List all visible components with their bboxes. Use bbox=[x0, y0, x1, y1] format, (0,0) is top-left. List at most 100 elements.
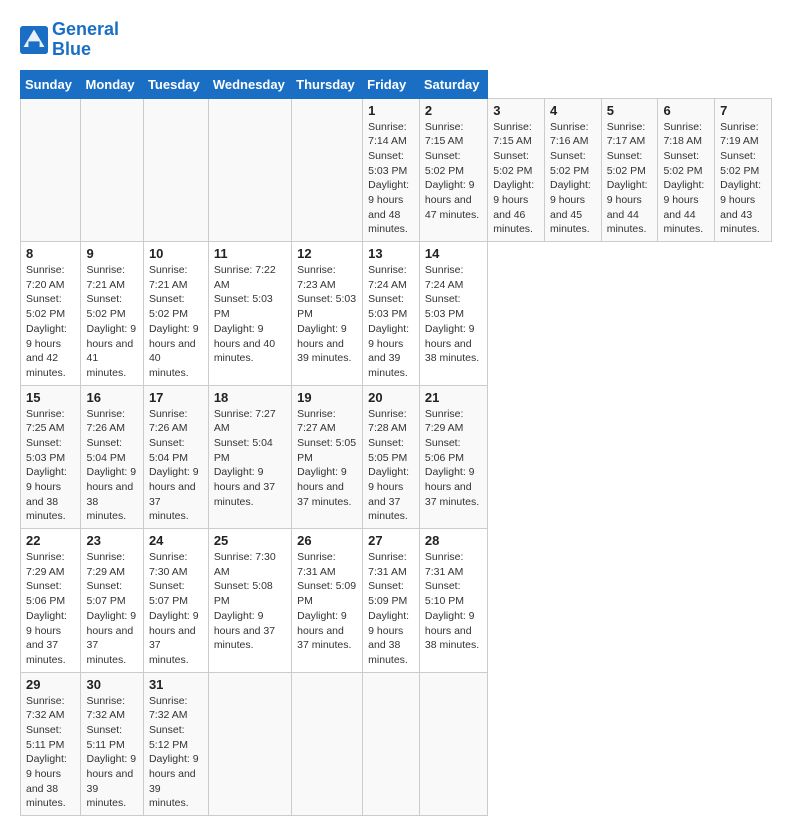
day-number: 11 bbox=[214, 246, 286, 261]
calendar-cell: 29 Sunrise: 7:32 AM Sunset: 5:11 PM Dayl… bbox=[21, 672, 81, 816]
calendar-cell: 11 Sunrise: 7:22 AM Sunset: 5:03 PM Dayl… bbox=[208, 242, 291, 386]
dow-header-monday: Monday bbox=[81, 70, 143, 98]
dow-header-thursday: Thursday bbox=[292, 70, 363, 98]
day-info: Sunrise: 7:31 AM Sunset: 5:10 PM Dayligh… bbox=[425, 550, 482, 653]
day-number: 29 bbox=[26, 677, 75, 692]
day-number: 16 bbox=[86, 390, 137, 405]
calendar-cell: 8 Sunrise: 7:20 AM Sunset: 5:02 PM Dayli… bbox=[21, 242, 81, 386]
calendar-cell: 9 Sunrise: 7:21 AM Sunset: 5:02 PM Dayli… bbox=[81, 242, 143, 386]
day-number: 17 bbox=[149, 390, 203, 405]
calendar-cell: 27 Sunrise: 7:31 AM Sunset: 5:09 PM Dayl… bbox=[363, 529, 420, 673]
calendar-cell: 19 Sunrise: 7:27 AM Sunset: 5:05 PM Dayl… bbox=[292, 385, 363, 529]
calendar-cell: 23 Sunrise: 7:29 AM Sunset: 5:07 PM Dayl… bbox=[81, 529, 143, 673]
calendar-cell: 10 Sunrise: 7:21 AM Sunset: 5:02 PM Dayl… bbox=[143, 242, 208, 386]
calendar-week-1: 1 Sunrise: 7:14 AM Sunset: 5:03 PM Dayli… bbox=[21, 98, 772, 242]
calendar-cell: 4 Sunrise: 7:16 AM Sunset: 5:02 PM Dayli… bbox=[545, 98, 602, 242]
day-info: Sunrise: 7:26 AM Sunset: 5:04 PM Dayligh… bbox=[86, 407, 137, 525]
day-number: 31 bbox=[149, 677, 203, 692]
calendar-table: SundayMondayTuesdayWednesdayThursdayFrid… bbox=[20, 70, 772, 817]
calendar-cell bbox=[21, 98, 81, 242]
day-info: Sunrise: 7:14 AM Sunset: 5:03 PM Dayligh… bbox=[368, 120, 414, 238]
day-info: Sunrise: 7:15 AM Sunset: 5:02 PM Dayligh… bbox=[493, 120, 539, 238]
day-number: 5 bbox=[607, 103, 653, 118]
day-info: Sunrise: 7:28 AM Sunset: 5:05 PM Dayligh… bbox=[368, 407, 414, 525]
day-info: Sunrise: 7:20 AM Sunset: 5:02 PM Dayligh… bbox=[26, 263, 75, 381]
day-number: 20 bbox=[368, 390, 414, 405]
day-info: Sunrise: 7:30 AM Sunset: 5:08 PM Dayligh… bbox=[214, 550, 286, 653]
day-number: 28 bbox=[425, 533, 482, 548]
day-number: 25 bbox=[214, 533, 286, 548]
dow-header-tuesday: Tuesday bbox=[143, 70, 208, 98]
day-info: Sunrise: 7:30 AM Sunset: 5:07 PM Dayligh… bbox=[149, 550, 203, 668]
day-number: 6 bbox=[663, 103, 709, 118]
day-number: 24 bbox=[149, 533, 203, 548]
day-number: 3 bbox=[493, 103, 539, 118]
calendar-cell: 13 Sunrise: 7:24 AM Sunset: 5:03 PM Dayl… bbox=[363, 242, 420, 386]
calendar-cell bbox=[208, 98, 291, 242]
day-info: Sunrise: 7:32 AM Sunset: 5:11 PM Dayligh… bbox=[26, 694, 75, 812]
logo-text: General Blue bbox=[52, 20, 119, 60]
dow-header-friday: Friday bbox=[363, 70, 420, 98]
logo: General Blue bbox=[20, 20, 119, 60]
calendar-week-2: 8 Sunrise: 7:20 AM Sunset: 5:02 PM Dayli… bbox=[21, 242, 772, 386]
calendar-cell: 15 Sunrise: 7:25 AM Sunset: 5:03 PM Dayl… bbox=[21, 385, 81, 529]
calendar-cell bbox=[208, 672, 291, 816]
day-info: Sunrise: 7:19 AM Sunset: 5:02 PM Dayligh… bbox=[720, 120, 766, 238]
day-number: 13 bbox=[368, 246, 414, 261]
calendar-cell: 28 Sunrise: 7:31 AM Sunset: 5:10 PM Dayl… bbox=[419, 529, 487, 673]
dow-header-saturday: Saturday bbox=[419, 70, 487, 98]
calendar-week-3: 15 Sunrise: 7:25 AM Sunset: 5:03 PM Dayl… bbox=[21, 385, 772, 529]
calendar-cell: 31 Sunrise: 7:32 AM Sunset: 5:12 PM Dayl… bbox=[143, 672, 208, 816]
day-info: Sunrise: 7:15 AM Sunset: 5:02 PM Dayligh… bbox=[425, 120, 482, 223]
day-number: 10 bbox=[149, 246, 203, 261]
calendar-cell: 22 Sunrise: 7:29 AM Sunset: 5:06 PM Dayl… bbox=[21, 529, 81, 673]
day-number: 18 bbox=[214, 390, 286, 405]
calendar-cell: 12 Sunrise: 7:23 AM Sunset: 5:03 PM Dayl… bbox=[292, 242, 363, 386]
day-number: 22 bbox=[26, 533, 75, 548]
calendar-cell: 7 Sunrise: 7:19 AM Sunset: 5:02 PM Dayli… bbox=[715, 98, 772, 242]
day-info: Sunrise: 7:27 AM Sunset: 5:04 PM Dayligh… bbox=[214, 407, 286, 510]
calendar-cell: 25 Sunrise: 7:30 AM Sunset: 5:08 PM Dayl… bbox=[208, 529, 291, 673]
calendar-cell bbox=[363, 672, 420, 816]
calendar-cell bbox=[143, 98, 208, 242]
day-number: 9 bbox=[86, 246, 137, 261]
day-number: 27 bbox=[368, 533, 414, 548]
day-info: Sunrise: 7:21 AM Sunset: 5:02 PM Dayligh… bbox=[86, 263, 137, 381]
dow-header-wednesday: Wednesday bbox=[208, 70, 291, 98]
day-number: 12 bbox=[297, 246, 357, 261]
calendar-cell: 20 Sunrise: 7:28 AM Sunset: 5:05 PM Dayl… bbox=[363, 385, 420, 529]
calendar-week-5: 29 Sunrise: 7:32 AM Sunset: 5:11 PM Dayl… bbox=[21, 672, 772, 816]
calendar-cell: 6 Sunrise: 7:18 AM Sunset: 5:02 PM Dayli… bbox=[658, 98, 715, 242]
day-number: 2 bbox=[425, 103, 482, 118]
day-number: 1 bbox=[368, 103, 414, 118]
day-number: 30 bbox=[86, 677, 137, 692]
day-number: 21 bbox=[425, 390, 482, 405]
day-info: Sunrise: 7:31 AM Sunset: 5:09 PM Dayligh… bbox=[368, 550, 414, 668]
day-number: 15 bbox=[26, 390, 75, 405]
day-info: Sunrise: 7:29 AM Sunset: 5:06 PM Dayligh… bbox=[425, 407, 482, 510]
day-number: 7 bbox=[720, 103, 766, 118]
day-info: Sunrise: 7:16 AM Sunset: 5:02 PM Dayligh… bbox=[550, 120, 596, 238]
calendar-cell: 24 Sunrise: 7:30 AM Sunset: 5:07 PM Dayl… bbox=[143, 529, 208, 673]
calendar-cell bbox=[292, 98, 363, 242]
calendar-cell: 17 Sunrise: 7:26 AM Sunset: 5:04 PM Dayl… bbox=[143, 385, 208, 529]
day-info: Sunrise: 7:25 AM Sunset: 5:03 PM Dayligh… bbox=[26, 407, 75, 525]
calendar-week-4: 22 Sunrise: 7:29 AM Sunset: 5:06 PM Dayl… bbox=[21, 529, 772, 673]
calendar-cell: 16 Sunrise: 7:26 AM Sunset: 5:04 PM Dayl… bbox=[81, 385, 143, 529]
day-info: Sunrise: 7:24 AM Sunset: 5:03 PM Dayligh… bbox=[425, 263, 482, 366]
day-number: 23 bbox=[86, 533, 137, 548]
day-info: Sunrise: 7:21 AM Sunset: 5:02 PM Dayligh… bbox=[149, 263, 203, 381]
calendar-cell: 2 Sunrise: 7:15 AM Sunset: 5:02 PM Dayli… bbox=[419, 98, 487, 242]
calendar-cell: 3 Sunrise: 7:15 AM Sunset: 5:02 PM Dayli… bbox=[488, 98, 545, 242]
page-header: General Blue bbox=[20, 20, 772, 60]
calendar-cell bbox=[419, 672, 487, 816]
calendar-cell: 26 Sunrise: 7:31 AM Sunset: 5:09 PM Dayl… bbox=[292, 529, 363, 673]
day-number: 26 bbox=[297, 533, 357, 548]
calendar-cell: 18 Sunrise: 7:27 AM Sunset: 5:04 PM Dayl… bbox=[208, 385, 291, 529]
day-number: 4 bbox=[550, 103, 596, 118]
day-info: Sunrise: 7:29 AM Sunset: 5:07 PM Dayligh… bbox=[86, 550, 137, 668]
calendar-cell: 5 Sunrise: 7:17 AM Sunset: 5:02 PM Dayli… bbox=[601, 98, 658, 242]
day-info: Sunrise: 7:18 AM Sunset: 5:02 PM Dayligh… bbox=[663, 120, 709, 238]
calendar-cell: 30 Sunrise: 7:32 AM Sunset: 5:11 PM Dayl… bbox=[81, 672, 143, 816]
calendar-cell bbox=[81, 98, 143, 242]
